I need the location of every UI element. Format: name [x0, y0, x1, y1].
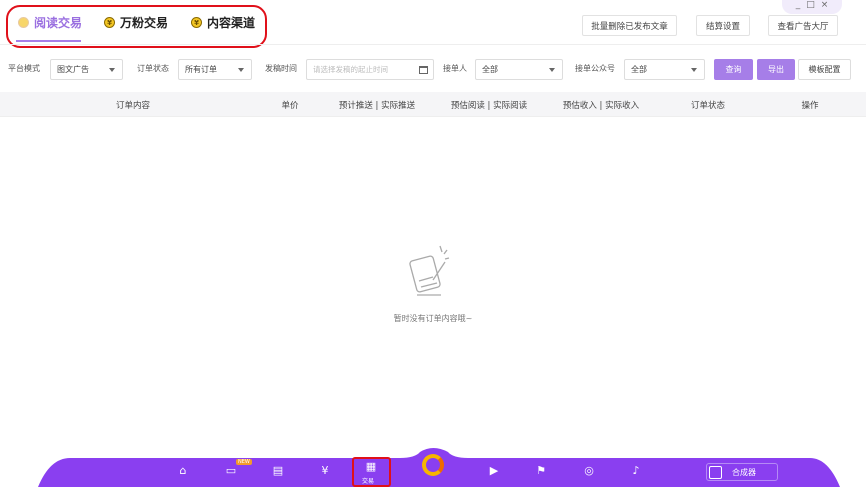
column-header: 订单内容: [115, 101, 151, 111]
taker-select[interactable]: 全部: [475, 59, 563, 80]
column-header: 预计推送 | 实际推送: [338, 101, 416, 111]
calendar-icon: [419, 66, 428, 74]
money-bag-icon[interactable]: ¥: [318, 464, 332, 478]
select-value: 全部: [631, 65, 647, 74]
composer-label: 合成器: [732, 467, 756, 477]
monitor-icon[interactable]: ▭: [224, 464, 238, 478]
column-header: 预估阅读 | 实际阅读: [450, 101, 528, 111]
column-header: 预估收入 | 实际收入: [562, 101, 640, 111]
publish-time-input[interactable]: 请选择发稿的起止时间: [306, 59, 434, 80]
empty-text: 暂时没有订单内容哦~: [393, 314, 473, 323]
order-status-select[interactable]: 所有订单: [178, 59, 252, 80]
platform-mode-select[interactable]: 图文广告: [50, 59, 123, 80]
chevron-down-icon: [549, 68, 555, 72]
composer-icon: [709, 465, 722, 479]
export-button[interactable]: 导出: [757, 59, 795, 80]
ad-hall-button[interactable]: 查看广告大厅: [768, 15, 838, 36]
platform-mode-label: 平台模式: [8, 64, 40, 73]
highlight-box: [352, 457, 391, 487]
settlement-settings-button[interactable]: 结算设置: [696, 15, 750, 36]
select-value: 图文广告: [57, 65, 89, 74]
template-config-button[interactable]: 模板配置: [798, 59, 851, 80]
taker-label: 接单人: [443, 64, 467, 73]
weibo-icon[interactable]: ◎: [582, 464, 596, 478]
minimize-button[interactable]: _: [796, 0, 801, 14]
window-controls: _ □ ×: [782, 0, 842, 14]
new-badge: NEW: [236, 459, 252, 465]
column-header: 单价: [281, 101, 299, 111]
account-label: 接单公众号: [575, 64, 615, 73]
close-button[interactable]: ×: [821, 0, 829, 14]
order-status-label: 订单状态: [137, 64, 169, 73]
chevron-down-icon: [691, 68, 697, 72]
chevron-down-icon: [109, 68, 115, 72]
composer-button[interactable]: 合成器: [706, 463, 778, 481]
select-value: 所有订单: [185, 65, 217, 74]
maximize-button[interactable]: □: [806, 0, 815, 14]
publish-time-label: 发稿时间: [265, 64, 297, 73]
tiktok-icon[interactable]: ♪: [629, 464, 643, 478]
app-logo-icon[interactable]: [422, 454, 444, 476]
empty-document-icon: [409, 245, 450, 296]
column-header: 订单状态: [690, 101, 726, 111]
query-button[interactable]: 查询: [714, 59, 753, 80]
input-placeholder: 请选择发稿的起止时间: [313, 65, 388, 74]
document-icon[interactable]: ▤: [271, 464, 285, 478]
header-divider: [0, 44, 866, 45]
home-icon[interactable]: ⌂: [176, 464, 190, 478]
chevron-down-icon: [238, 68, 244, 72]
select-value: 全部: [482, 65, 498, 74]
table-header: 订单内容 单价 预计推送 | 实际推送 预估阅读 | 实际阅读 预估收入 | 实…: [0, 92, 866, 117]
column-header: 操作: [801, 101, 819, 111]
flag-icon[interactable]: ⚑: [534, 464, 548, 478]
account-select[interactable]: 全部: [624, 59, 705, 80]
highlight-ellipse: [6, 5, 267, 48]
batch-delete-button[interactable]: 批量删除已发布文章: [582, 15, 677, 36]
video-icon[interactable]: ▶: [487, 464, 501, 478]
